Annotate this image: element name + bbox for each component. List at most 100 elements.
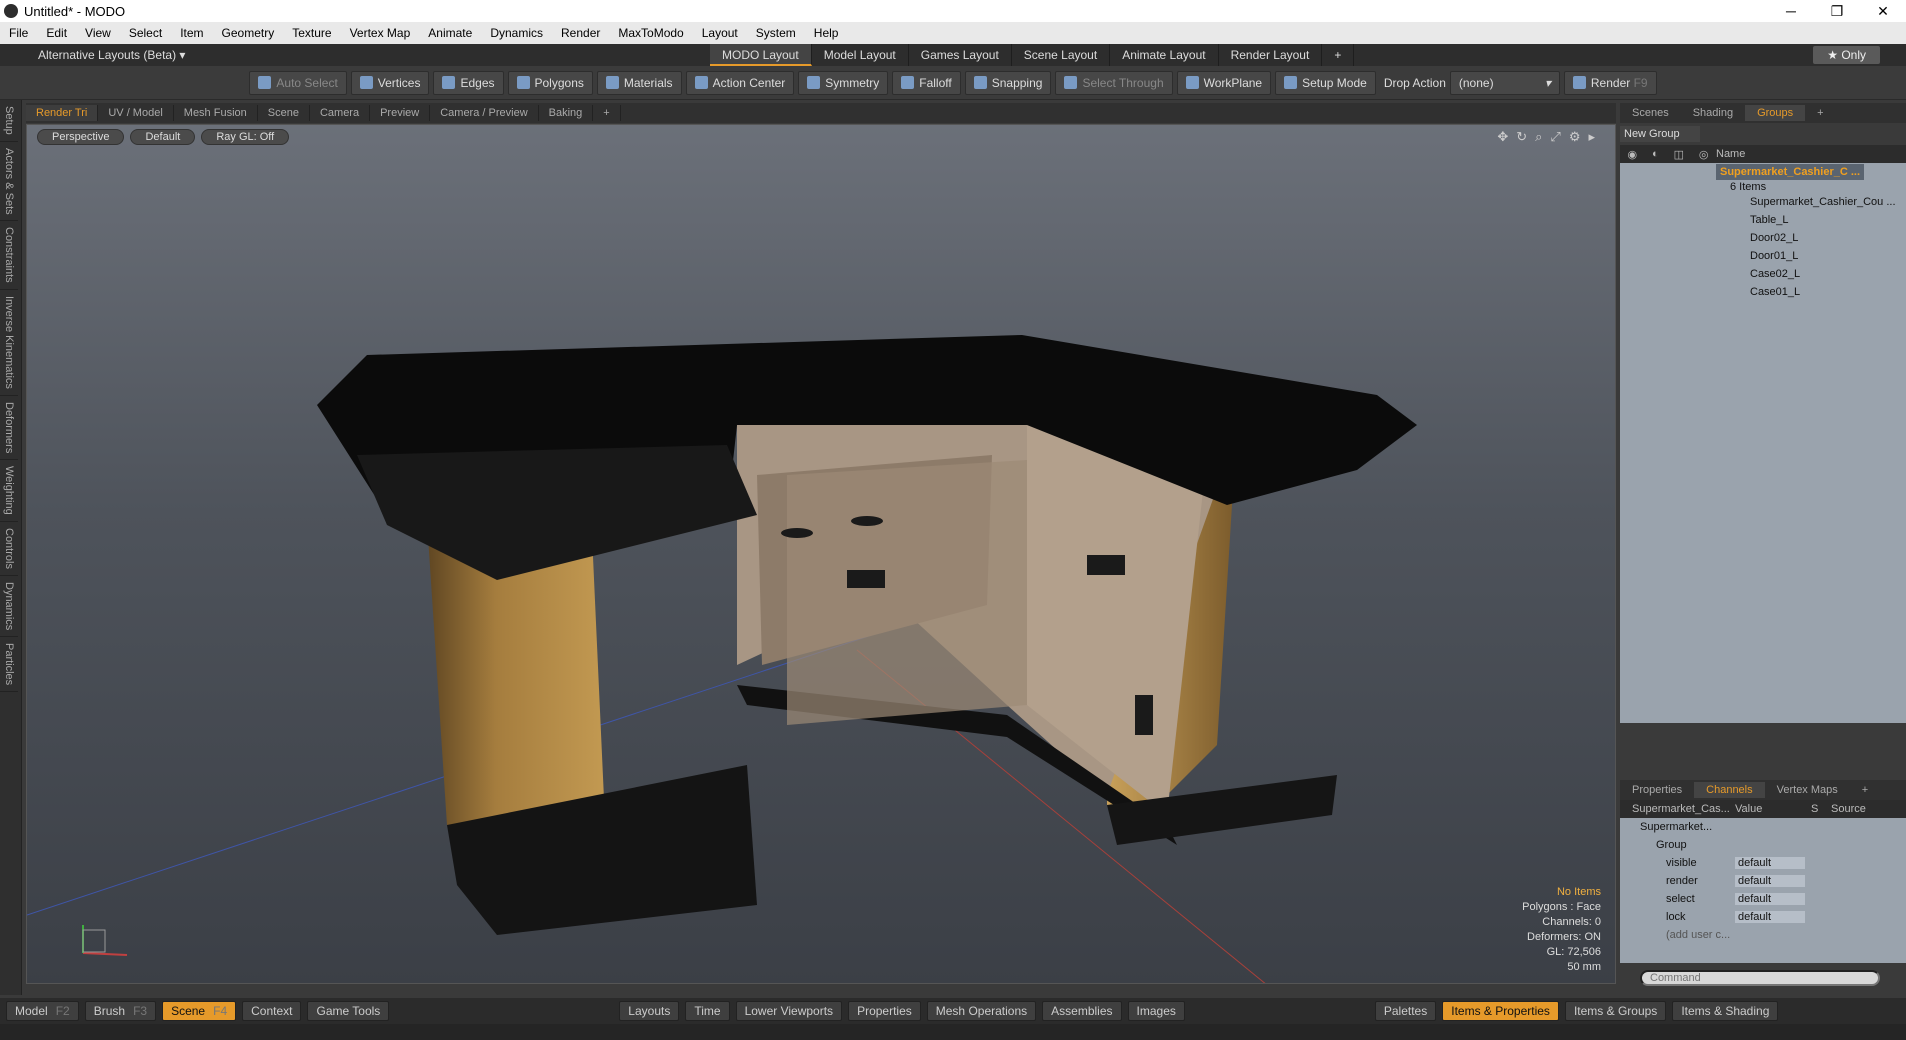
menu-system[interactable]: System	[747, 26, 805, 40]
snapping-button[interactable]: Snapping	[964, 70, 1052, 95]
select-toggle-icon[interactable]: ◎	[1699, 148, 1709, 161]
ray-gl-toggle[interactable]: Ray GL: Off	[201, 129, 290, 145]
channel-value-select[interactable]: default	[1735, 857, 1805, 869]
alternative-layouts-dropdown[interactable]: Alternative Layouts (Beta) ▾	[38, 48, 185, 62]
side-tab-weighting[interactable]: Weighting	[0, 460, 18, 523]
tab-shading[interactable]: Shading	[1681, 105, 1745, 121]
tab-scene[interactable]: Scene	[258, 105, 310, 121]
side-tab-particles[interactable]: Particles	[0, 637, 18, 693]
polygons-button[interactable]: Polygons	[507, 70, 593, 95]
render-toggle-icon[interactable]: ◐	[1652, 148, 1659, 161]
scene-button[interactable]: Scene F4	[162, 1001, 237, 1021]
items-groups-button[interactable]: Items & Groups	[1564, 1001, 1667, 1021]
side-tab-inverse-kinematics[interactable]: Inverse Kinematics	[0, 290, 18, 396]
tab-animate-layout[interactable]: Animate Layout	[1110, 44, 1219, 66]
tab-render-layout[interactable]: Render Layout	[1219, 44, 1323, 66]
gear-icon[interactable]: ⚙	[1569, 129, 1581, 145]
tab-mesh-fusion[interactable]: Mesh Fusion	[174, 105, 258, 121]
game-tools-button[interactable]: Game Tools	[307, 1001, 390, 1021]
menu-maxtomodo[interactable]: MaxToModo	[609, 26, 692, 40]
zoom-icon[interactable]: ⌕	[1535, 129, 1542, 145]
list-item[interactable]: Door02_L	[1620, 229, 1906, 247]
menu-file[interactable]: File	[0, 26, 37, 40]
falloff-button[interactable]: Falloff	[892, 70, 961, 95]
drop-action-select[interactable]: (none) ▾	[1449, 70, 1560, 95]
3d-viewport[interactable]: Perspective Default Ray GL: Off ✥ ↻ ⌕ ⤢ …	[26, 124, 1616, 984]
properties-button[interactable]: Properties	[848, 1001, 921, 1021]
menu-texture[interactable]: Texture	[283, 26, 340, 40]
tab-vertex-maps[interactable]: Vertex Maps	[1765, 782, 1850, 798]
add-channel-tab-button[interactable]: +	[1850, 782, 1880, 798]
menu-edit[interactable]: Edit	[37, 26, 76, 40]
menu-view[interactable]: View	[76, 26, 120, 40]
minimize-icon[interactable]: ─	[1768, 3, 1814, 20]
list-item[interactable]: Case02_L	[1620, 265, 1906, 283]
render-button[interactable]: Render F9	[1563, 70, 1657, 95]
setup-mode-button[interactable]: Setup Mode	[1275, 70, 1376, 95]
side-tab-deformers[interactable]: Deformers	[0, 396, 18, 461]
tab-uv-model[interactable]: UV / Model	[98, 105, 174, 121]
tab-render-tri[interactable]: Render Tri	[26, 105, 99, 121]
tab-scenes[interactable]: Scenes	[1620, 105, 1681, 121]
menu-layout[interactable]: Layout	[693, 26, 747, 40]
new-group-button[interactable]: New Group	[1620, 126, 1700, 142]
materials-button[interactable]: Materials	[596, 70, 682, 95]
lock-icon[interactable]: ◫	[1674, 148, 1684, 161]
restore-icon[interactable]: ❐	[1814, 3, 1860, 20]
side-tab-controls[interactable]: Controls	[0, 522, 18, 576]
tab-properties[interactable]: Properties	[1620, 782, 1694, 798]
shading-style-dropdown[interactable]: Default	[130, 129, 196, 145]
side-tab-setup[interactable]: Setup	[0, 100, 18, 142]
action-center-button[interactable]: Action Center	[685, 70, 795, 95]
layouts-button[interactable]: Layouts	[619, 1001, 680, 1021]
close-icon[interactable]: ✕	[1860, 3, 1906, 20]
menu-select[interactable]: Select	[120, 26, 171, 40]
arrow-right-icon[interactable]: ▸	[1588, 129, 1595, 145]
assemblies-button[interactable]: Assemblies	[1042, 1001, 1122, 1021]
channel-row[interactable]: visible default	[1620, 854, 1906, 872]
side-tab-dynamics[interactable]: Dynamics	[0, 576, 18, 638]
channel-row[interactable]: select default	[1620, 890, 1906, 908]
add-panel-tab-button[interactable]: +	[1805, 105, 1835, 121]
edges-button[interactable]: Edges	[433, 70, 504, 95]
tab-channels[interactable]: Channels	[1694, 782, 1765, 798]
list-item[interactable]: Supermarket_Cashier_Cou ...	[1620, 193, 1906, 211]
items-shading-button[interactable]: Items & Shading	[1672, 1001, 1779, 1021]
menu-help[interactable]: Help	[805, 26, 848, 40]
tab-baking[interactable]: Baking	[539, 105, 594, 121]
tab-modo-layout[interactable]: MODO Layout	[710, 44, 812, 66]
group-name[interactable]: Supermarket_Cashier_C ...	[1716, 164, 1865, 180]
vertices-button[interactable]: Vertices	[350, 70, 430, 95]
channel-item-row[interactable]: Supermarket...	[1620, 818, 1906, 836]
view-type-dropdown[interactable]: Perspective	[37, 129, 125, 145]
context-button[interactable]: Context	[242, 1001, 302, 1021]
side-tab-constraints[interactable]: Constraints	[0, 221, 18, 291]
fit-icon[interactable]: ⤢	[1550, 129, 1560, 145]
palettes-button[interactable]: Palettes	[1374, 1001, 1437, 1021]
brush-button[interactable]: Brush F3	[84, 1001, 157, 1021]
mesh-operations-button[interactable]: Mesh Operations	[926, 1001, 1037, 1021]
tab-scene-layout[interactable]: Scene Layout	[1012, 44, 1111, 66]
add-layout-button[interactable]: +	[1322, 44, 1355, 66]
select-through-button[interactable]: Select Through	[1055, 70, 1173, 95]
tab-games-layout[interactable]: Games Layout	[909, 44, 1012, 66]
channel-row[interactable]: render default	[1620, 872, 1906, 890]
tab-preview[interactable]: Preview	[370, 105, 431, 121]
tab-camera[interactable]: Camera	[310, 105, 371, 121]
add-viewport-tab-button[interactable]: +	[593, 105, 621, 121]
time-button[interactable]: Time	[685, 1001, 730, 1021]
symmetry-button[interactable]: Symmetry	[798, 70, 889, 95]
items-properties-button[interactable]: Items & Properties	[1442, 1001, 1559, 1021]
side-tab-actors-sets[interactable]: Actors & Sets	[0, 142, 18, 222]
channel-group-row[interactable]: Group	[1620, 836, 1906, 854]
command-input[interactable]	[1640, 970, 1880, 986]
pan-icon[interactable]: ✥	[1497, 129, 1508, 145]
list-item[interactable]: Table_L	[1620, 211, 1906, 229]
lower-viewports-button[interactable]: Lower Viewports	[735, 1001, 843, 1021]
only-button[interactable]: ★ Only	[1813, 46, 1880, 64]
menu-vertex-map[interactable]: Vertex Map	[341, 26, 420, 40]
channel-value-select[interactable]: default	[1735, 893, 1805, 905]
menu-item[interactable]: Item	[171, 26, 212, 40]
viewport-scene[interactable]	[27, 125, 1616, 984]
images-button[interactable]: Images	[1127, 1001, 1185, 1021]
